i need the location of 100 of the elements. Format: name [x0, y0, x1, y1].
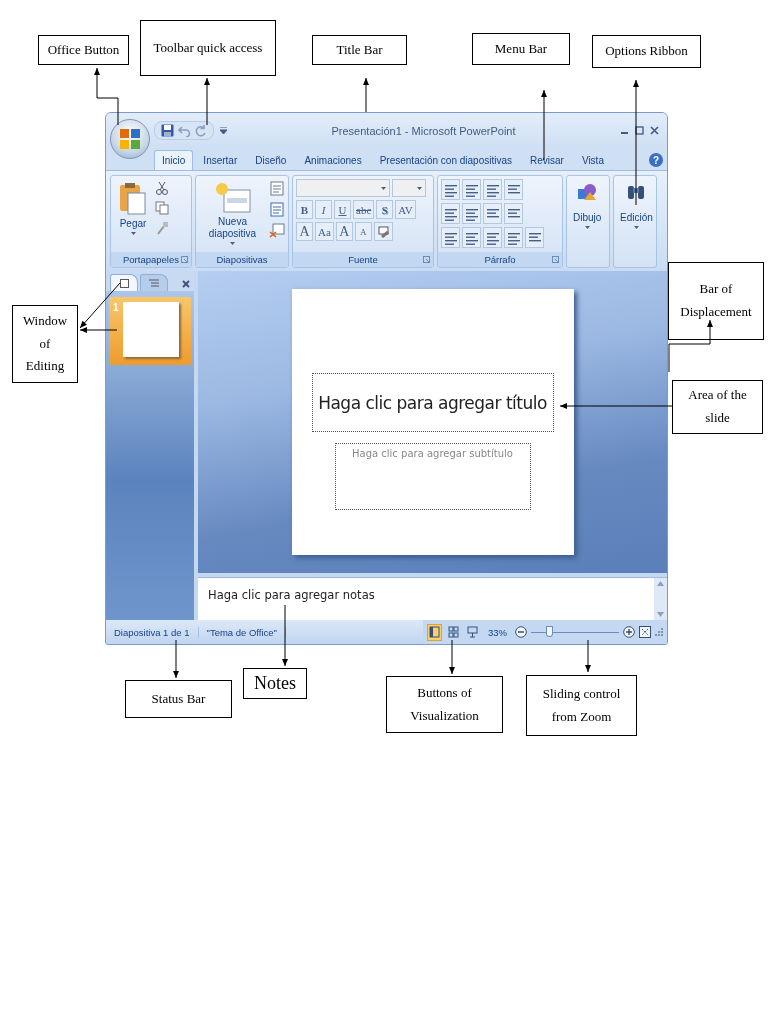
format-button[interactable]: I: [315, 200, 332, 219]
resize-grip-icon: [655, 628, 663, 636]
callout-label: Bar of Displacement: [668, 262, 764, 340]
ribbon-tab[interactable]: Insertar: [195, 150, 246, 170]
center-button[interactable]: [462, 227, 481, 248]
caret-icon: [381, 186, 386, 190]
callout-label: Options Ribbon: [592, 35, 701, 68]
ribbon-button[interactable]: Pegar: [114, 179, 152, 238]
ribbon-tab[interactable]: Animaciones: [296, 150, 370, 170]
format-button[interactable]: A: [296, 222, 313, 241]
scroll-bar[interactable]: [654, 578, 667, 620]
scroll-down-icon: [657, 612, 664, 617]
format-button[interactable]: AV: [395, 200, 416, 219]
copy-icon[interactable]: [155, 201, 169, 215]
ribbon-button[interactable]: Edición: [617, 179, 656, 232]
format-button[interactable]: abc: [353, 200, 375, 219]
bullets-button[interactable]: [441, 179, 460, 200]
slide-number: 1: [113, 302, 119, 313]
ribbon-tab[interactable]: Inicio: [154, 150, 194, 170]
normal-view-icon: [429, 626, 440, 638]
callout-label: Sliding control from Zoom: [526, 675, 637, 736]
delete-slide-icon[interactable]: [269, 223, 285, 238]
callout-label: Notes: [243, 668, 307, 699]
align-right-button[interactable]: [483, 227, 502, 248]
callout-label: Toolbar quick access: [140, 20, 276, 76]
format-button[interactable]: A: [335, 222, 353, 241]
status-text: "Tema de Office": [198, 626, 286, 638]
font-size-field[interactable]: [392, 179, 426, 197]
group-label: Diapositivas: [216, 254, 268, 265]
callout-label: Window of Editing: [12, 305, 78, 383]
scroll-up-icon: [657, 581, 664, 586]
align-left-button[interactable]: [441, 227, 460, 248]
ribbon-tab[interactable]: Presentación con diapositivas: [371, 150, 520, 170]
format-button[interactable]: S: [376, 200, 394, 219]
leader-line: [449, 639, 455, 675]
callout-label: Area of the slide: [672, 380, 763, 434]
leader-line: [282, 604, 288, 667]
window-title: Presentación1 - Microsoft PowerPoint: [330, 124, 517, 137]
align-text-button[interactable]: [504, 203, 523, 224]
format-button[interactable]: A: [354, 222, 372, 241]
subtitle-placeholder[interactable]: Haga clic para agregar subtítulo: [334, 443, 531, 510]
clipboard-icon: [117, 182, 149, 216]
group-label: Fuente: [348, 254, 378, 265]
clear-format-button[interactable]: [373, 222, 393, 241]
callout-label: Office Button: [38, 35, 129, 65]
font-name-field[interactable]: [296, 179, 390, 197]
title-placeholder[interactable]: Haga clic para agregar título: [311, 373, 554, 432]
group-label: Párrafo: [484, 254, 516, 265]
customize-caret-icon[interactable]: [220, 126, 227, 135]
slide-preview: [122, 302, 179, 357]
increase-indent-button[interactable]: [462, 203, 481, 224]
numbering-button[interactable]: [462, 179, 481, 200]
ribbon-tab[interactable]: Diseño: [247, 150, 295, 170]
maximize-icon[interactable]: [635, 126, 644, 135]
leader-line: [668, 319, 713, 373]
ribbon-button[interactable]: Dibujo: [570, 179, 605, 232]
view-button[interactable]: [446, 623, 461, 641]
leader-line: [363, 77, 369, 113]
pane-tab[interactable]: [110, 274, 138, 291]
leader-line: [204, 77, 210, 126]
format-button[interactable]: U: [334, 200, 351, 219]
lines-icon: [507, 230, 520, 245]
scissors-icon[interactable]: [155, 181, 169, 195]
lines-icon: [444, 182, 457, 197]
caret-icon: [417, 186, 422, 190]
close-icon[interactable]: [182, 280, 190, 288]
leader-line: [585, 639, 591, 673]
zoom-out-icon[interactable]: [515, 626, 527, 638]
ribbon-tab[interactable]: Revisar: [522, 150, 572, 170]
ribbon-tab[interactable]: Vista: [573, 150, 612, 170]
zoom-level[interactable]: 33%: [484, 626, 511, 638]
lines-icon: [486, 182, 499, 197]
newslide-icon: [213, 182, 252, 214]
callout-label: Menu Bar: [472, 33, 570, 65]
leader-line: [173, 639, 179, 679]
eraser-icon: [376, 225, 390, 238]
zoom-in-icon[interactable]: [623, 626, 635, 638]
format-button[interactable]: B: [296, 200, 313, 219]
drawing-icon: [576, 182, 599, 202]
callout-label: Status Bar: [125, 680, 232, 718]
lines-icon: [486, 230, 499, 245]
justify-button[interactable]: [504, 227, 523, 248]
zoom-slider-thumb[interactable]: [545, 626, 553, 637]
view-button[interactable]: [465, 623, 480, 641]
group-label: Portapapeles: [123, 254, 179, 265]
smartart-button[interactable]: [525, 227, 544, 248]
view-button[interactable]: [427, 623, 442, 641]
columns-button[interactable]: [483, 203, 502, 224]
line-spacing-button[interactable]: [483, 179, 502, 200]
save-icon[interactable]: [161, 124, 174, 137]
fit-window-icon[interactable]: [639, 626, 651, 638]
text-direction-button[interactable]: [504, 179, 523, 200]
help-button[interactable]: ?: [649, 153, 663, 167]
decrease-indent-button[interactable]: [441, 203, 460, 224]
format-button[interactable]: Aa: [315, 222, 334, 241]
status-text: Diapositiva 1 de 1: [106, 626, 199, 638]
lines-icon: [444, 206, 457, 221]
close-icon[interactable]: [650, 126, 659, 135]
callout-label: Title Bar: [312, 35, 407, 65]
ribbon-button[interactable]: Nueva diapositiva: [199, 179, 266, 248]
